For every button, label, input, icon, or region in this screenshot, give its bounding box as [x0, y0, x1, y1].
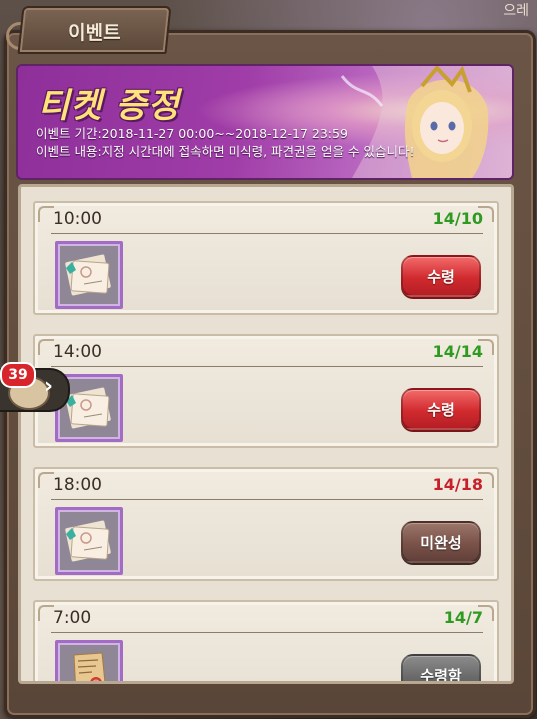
- divider: [51, 632, 483, 633]
- event-title-tab: 이벤트: [17, 6, 172, 54]
- reward-progress: 14/18: [432, 475, 483, 494]
- reward-progress: 14/14: [432, 342, 483, 361]
- claim-button[interactable]: 수령: [401, 388, 481, 430]
- reward-list[interactable]: 10:00 14/10 수령 14:00 14/14 수령 18:00 14/1…: [18, 184, 514, 684]
- claim-button[interactable]: 수령: [401, 255, 481, 297]
- reward-card: 14:00 14/14 수령: [33, 334, 499, 448]
- event-banner: 티켓 증정 이벤트 기간:2018-11-27 00:00~~2018-12-1…: [16, 64, 514, 180]
- ticket-item-icon[interactable]: [55, 241, 123, 309]
- banner-title: 티켓 증정: [38, 86, 180, 126]
- divider: [51, 499, 483, 500]
- reward-time: 10:00: [53, 209, 102, 229]
- reward-card: 7:00 14/7 수령함: [33, 600, 499, 681]
- claimed-button[interactable]: 수령함: [401, 654, 481, 681]
- character-illustration-icon: [340, 66, 512, 178]
- reward-card: 10:00 14/10 수령: [33, 201, 499, 315]
- divider: [51, 233, 483, 234]
- event-description: 이벤트 내용:지정 시간대에 접속하면 미식령, 파견권을 얻을 수 있습니다!: [36, 144, 415, 159]
- event-period: 이벤트 기간:2018-11-27 00:00~~2018-12-17 23:5…: [36, 126, 348, 141]
- reward-progress: 14/10: [432, 209, 483, 228]
- chevron-right-icon[interactable]: ›: [44, 374, 53, 399]
- reward-card: 18:00 14/18 미완성: [33, 467, 499, 581]
- notification-badge: 39: [0, 362, 36, 388]
- scroll-item-icon[interactable]: [55, 640, 123, 681]
- reward-progress: 14/7: [443, 608, 483, 627]
- event-title: 이벤트: [68, 22, 121, 44]
- reward-time: 14:00: [53, 342, 102, 362]
- corner-menu-label[interactable]: 으레: [503, 0, 529, 20]
- incomplete-button[interactable]: 미완성: [401, 521, 481, 563]
- ticket-item-icon[interactable]: [55, 507, 123, 575]
- reward-time: 18:00: [53, 475, 102, 495]
- reward-time: 7:00: [53, 608, 92, 628]
- divider: [51, 366, 483, 367]
